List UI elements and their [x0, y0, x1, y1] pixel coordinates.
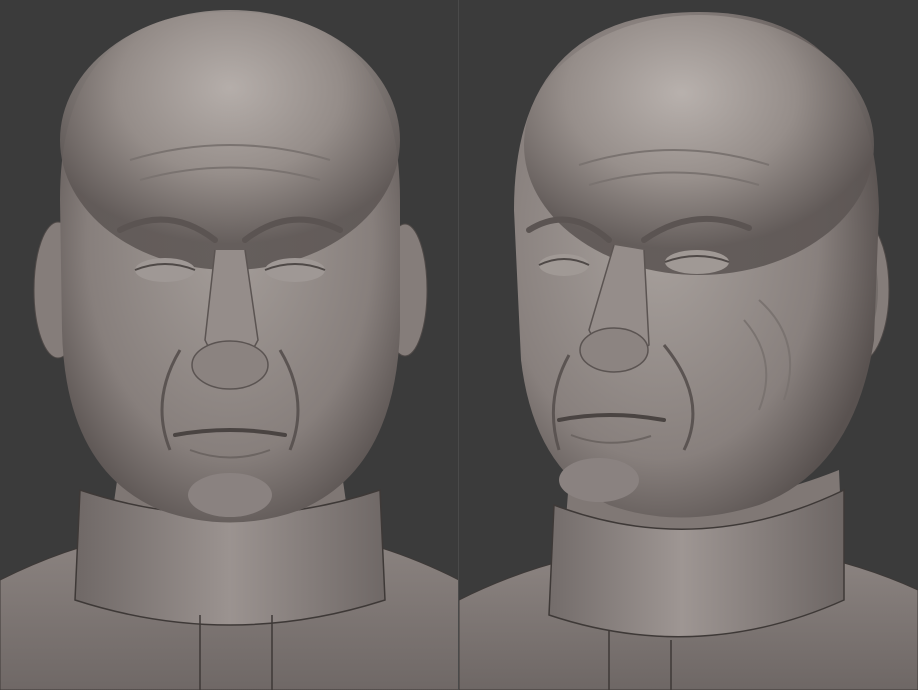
three-quarter-view-sculpt [459, 12, 918, 690]
three-quarter-view-panel [459, 0, 918, 690]
front-view-sculpt [0, 10, 459, 690]
front-view-panel [0, 0, 459, 690]
sculpt-render-canvas [0, 0, 918, 690]
